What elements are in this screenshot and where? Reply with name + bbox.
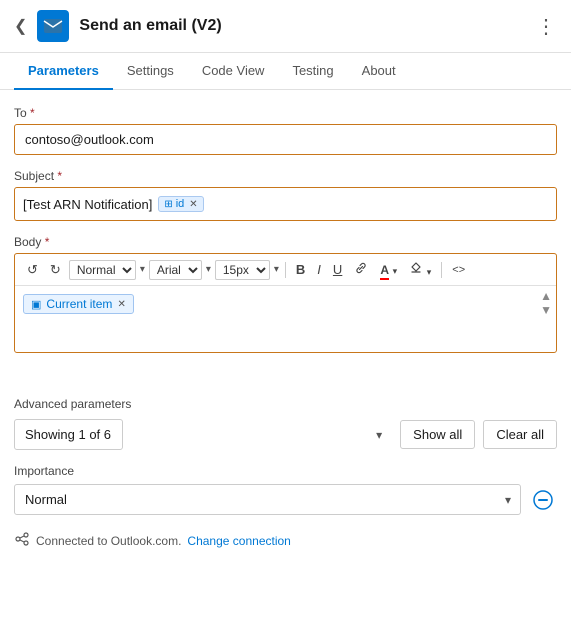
toolbar-dropdown-normal-icon: ▾	[140, 264, 145, 275]
footer: Connected to Outlook.com. Change connect…	[0, 515, 571, 566]
tab-parameters[interactable]: Parameters	[14, 53, 113, 90]
connection-icon	[14, 531, 30, 550]
highlight-button[interactable]: ▾	[405, 259, 435, 280]
change-connection-link[interactable]: Change connection	[187, 534, 290, 548]
importance-label: Importance	[14, 464, 557, 478]
show-all-button[interactable]: Show all	[400, 420, 475, 449]
undo-button[interactable]: ↺	[23, 260, 42, 280]
bold-button[interactable]: B	[292, 260, 309, 279]
app-icon	[37, 10, 69, 42]
tab-testing[interactable]: Testing	[278, 53, 347, 90]
form-content: To Subject [Test ARN Notification] ⊞ id …	[0, 90, 571, 383]
toolbar-dropdown-size-icon: ▾	[274, 264, 279, 275]
current-item-icon: ▣	[31, 298, 41, 311]
font-color-button[interactable]: A ▾	[376, 260, 401, 279]
advanced-row: Showing 1 of 6 Show all Clear all	[14, 419, 557, 450]
subject-tag[interactable]: ⊞ id ✕	[158, 196, 203, 212]
advanced-label: Advanced parameters	[14, 397, 557, 411]
redo-button[interactable]: ↻	[46, 260, 65, 280]
subject-prefix-text: [Test ARN Notification]	[23, 197, 152, 212]
tabs: Parameters Settings Code View Testing Ab…	[0, 53, 571, 90]
code-button[interactable]: <>	[448, 262, 469, 278]
body-toolbar: ↺ ↻ Normal ▾ Arial ▾ 15px ▾ B I U	[15, 254, 556, 286]
subject-field-group: Subject [Test ARN Notification] ⊞ id ✕	[14, 169, 557, 221]
tab-code-view[interactable]: Code View	[188, 53, 279, 90]
importance-select-wrapper: Normal High Low	[14, 484, 521, 515]
to-input[interactable]	[14, 124, 557, 155]
body-label: Body	[14, 235, 557, 249]
header: ❮ Send an email (V2) ⋮	[0, 0, 571, 53]
editor-scroll: ▲ ▼	[540, 290, 552, 316]
tag-close-icon[interactable]: ✕	[189, 199, 197, 210]
underline-button[interactable]: U	[329, 260, 346, 279]
importance-select[interactable]: Normal High Low	[14, 484, 521, 515]
body-field-group: Body ↺ ↻ Normal ▾ Arial ▾ 15px ▾ B	[14, 235, 557, 353]
tag-label: id	[176, 198, 185, 210]
font-color-a: A	[380, 263, 389, 280]
subject-field[interactable]: [Test ARN Notification] ⊞ id ✕	[14, 187, 557, 221]
font-select[interactable]: Arial	[149, 260, 202, 280]
back-icon[interactable]: ❮	[14, 16, 27, 36]
tab-about[interactable]: About	[348, 53, 410, 90]
importance-section: Importance Normal High Low	[0, 450, 571, 515]
to-field-group: To	[14, 106, 557, 155]
toolbar-dropdown-font-icon: ▾	[206, 264, 211, 275]
editor-body[interactable]: ▣ Current item ✕ ▲ ▼	[15, 286, 556, 346]
clear-all-button[interactable]: Clear all	[483, 420, 557, 449]
scroll-down-icon[interactable]: ▼	[540, 304, 552, 316]
link-button[interactable]	[350, 259, 372, 280]
italic-button[interactable]: I	[313, 260, 325, 279]
toolbar-divider-1	[285, 262, 286, 278]
format-select[interactable]: Normal	[69, 260, 136, 280]
tab-settings[interactable]: Settings	[113, 53, 188, 90]
to-label: To	[14, 106, 557, 120]
toolbar-divider-2	[441, 262, 442, 278]
advanced-select[interactable]: Showing 1 of 6	[14, 419, 123, 450]
current-item-close-icon[interactable]: ✕	[117, 299, 125, 310]
more-options-icon[interactable]: ⋮	[536, 14, 557, 39]
importance-row: Normal High Low	[14, 484, 557, 515]
header-left: ❮ Send an email (V2)	[14, 10, 222, 42]
current-item-tag[interactable]: ▣ Current item ✕	[23, 294, 134, 314]
subject-label: Subject	[14, 169, 557, 183]
tag-icon: ⊞	[164, 199, 172, 210]
font-color-chevron: ▾	[393, 266, 398, 276]
size-select[interactable]: 15px	[215, 260, 270, 280]
body-editor: ↺ ↻ Normal ▾ Arial ▾ 15px ▾ B I U	[14, 253, 557, 353]
advanced-select-wrapper: Showing 1 of 6	[14, 419, 392, 450]
footer-connection-text: Connected to Outlook.com.	[36, 534, 181, 548]
current-item-label: Current item	[46, 297, 112, 311]
scroll-up-icon[interactable]: ▲	[540, 290, 552, 302]
header-title: Send an email (V2)	[79, 17, 221, 35]
advanced-parameters-section: Advanced parameters Showing 1 of 6 Show …	[0, 383, 571, 450]
importance-remove-button[interactable]	[529, 486, 557, 514]
